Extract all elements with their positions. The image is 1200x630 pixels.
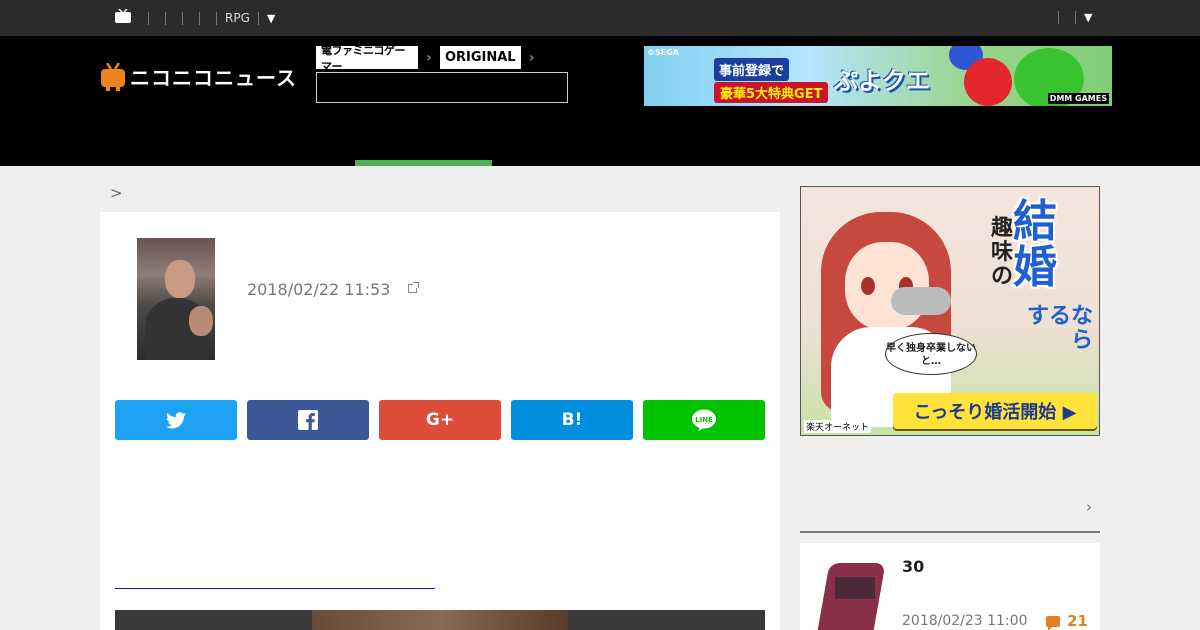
comment-icon <box>1046 615 1060 630</box>
twitter-icon <box>166 411 186 428</box>
ranking-item-thumbnail <box>815 557 887 630</box>
nav-divider <box>165 11 166 25</box>
chevron-right-icon: › <box>1086 498 1092 516</box>
global-nav: RPG ▼ <box>140 11 275 25</box>
ranking-item[interactable]: 30 2018/02/23 11:00 21 <box>800 543 1100 630</box>
search-input[interactable] <box>316 72 568 103</box>
comment-count: 21 <box>1067 612 1088 630</box>
external-link-icon[interactable] <box>408 282 419 293</box>
ranking-item-comments: 21 <box>1046 612 1088 630</box>
user-menu: ▼ <box>1050 11 1092 24</box>
article-body <box>115 470 770 495</box>
banner-copyright: ©SEGA <box>647 48 679 57</box>
thumb-face <box>189 306 213 336</box>
hatena-bookmark-button[interactable]: B! <box>511 400 633 440</box>
nav-item-rpg[interactable]: RPG <box>225 11 250 25</box>
nav-divider <box>148 11 149 25</box>
niconico-logo-icon <box>101 62 125 91</box>
ad-speech-bubble: 早く独身卒業しないと… <box>885 333 977 375</box>
site-header: ニコニコニュース 電ファミニコゲーマー › ORIGINAL › ©SEGA 事… <box>0 36 1200 166</box>
chevron-right-icon: › <box>528 49 535 66</box>
nav-divider <box>199 11 200 25</box>
active-tab-indicator <box>355 160 492 166</box>
global-topbar: RPG ▼ ▼ <box>0 0 1200 36</box>
article-card: 2018/02/22 11:53 G+ B! LINE <box>100 212 780 630</box>
line-icon: LINE <box>692 409 716 431</box>
article-date: 2018/02/22 11:53 <box>247 280 391 299</box>
user-dropdown-caret-icon[interactable]: ▼ <box>1084 11 1092 24</box>
breadcrumb[interactable]: > <box>110 184 123 202</box>
related-article-link[interactable] <box>115 568 435 592</box>
ranking-item-title: 30 <box>902 557 925 576</box>
banner-title: ぷよクエ <box>834 67 930 95</box>
ad-headline: 結婚 <box>1013 196 1057 293</box>
image-subject <box>312 610 568 630</box>
ad-character-face <box>845 242 929 330</box>
dengeki-link[interactable]: 電ファミニコゲーマー <box>316 44 418 73</box>
article-thumbnail <box>137 238 215 360</box>
thumb-robot-detail <box>835 577 875 599</box>
sidebar-ad-banner[interactable]: 趣味の 結婚 するなら 早く独身卒業しないと… こっそり婚活開始 ▶ 楽天オーネ… <box>800 186 1100 436</box>
ad-subheadline: するなら <box>1026 304 1093 353</box>
brand-links: 電ファミニコゲーマー › ORIGINAL › <box>316 44 543 73</box>
ad-cta-button[interactable]: こっそり婚活開始 ▶ <box>893 393 1097 429</box>
game-controller-icon <box>891 287 951 315</box>
banner-get-text: 豪華5大特典GET <box>714 82 829 103</box>
banner-register-text: 事前登録で <box>714 58 790 81</box>
thumb-face <box>165 260 195 298</box>
nav-divider <box>216 11 217 25</box>
logo-text: ニコニコニュース <box>130 66 297 90</box>
nav-divider <box>1075 11 1076 24</box>
nav-divider <box>257 11 259 25</box>
facebook-share-button[interactable] <box>247 400 369 440</box>
ranking-item-date: 2018/02/23 11:00 <box>902 613 1028 629</box>
facebook-icon <box>298 410 318 430</box>
svg-text:LINE: LINE <box>695 416 713 424</box>
ranking-section-header[interactable]: › <box>800 488 1100 533</box>
chevron-right-icon: › <box>426 49 432 66</box>
top-banner-ad[interactable]: ©SEGA 事前登録で 豪華5大特典GET ぷよクエ DMM GAMES <box>644 46 1112 106</box>
ad-sponsor: 楽天オーネット <box>804 420 872 433</box>
twitter-share-button[interactable] <box>115 400 237 440</box>
site-logo[interactable]: ニコニコニュース <box>100 62 297 91</box>
original-link[interactable]: ORIGINAL <box>439 46 521 69</box>
share-buttons: G+ B! LINE <box>115 400 765 440</box>
banner-dmm-logo: DMM GAMES <box>1047 93 1109 104</box>
nav-divider <box>1058 11 1059 24</box>
article-main-image <box>115 610 765 630</box>
more-dropdown-caret-icon[interactable]: ▼ <box>267 12 275 25</box>
line-share-button[interactable]: LINE <box>643 400 765 440</box>
nav-divider <box>182 11 183 25</box>
ad-character-eye <box>861 277 875 295</box>
google-plus-share-button[interactable]: G+ <box>379 400 501 440</box>
niconico-tv-icon[interactable] <box>114 9 132 24</box>
puyo-red-shape <box>964 58 1012 106</box>
